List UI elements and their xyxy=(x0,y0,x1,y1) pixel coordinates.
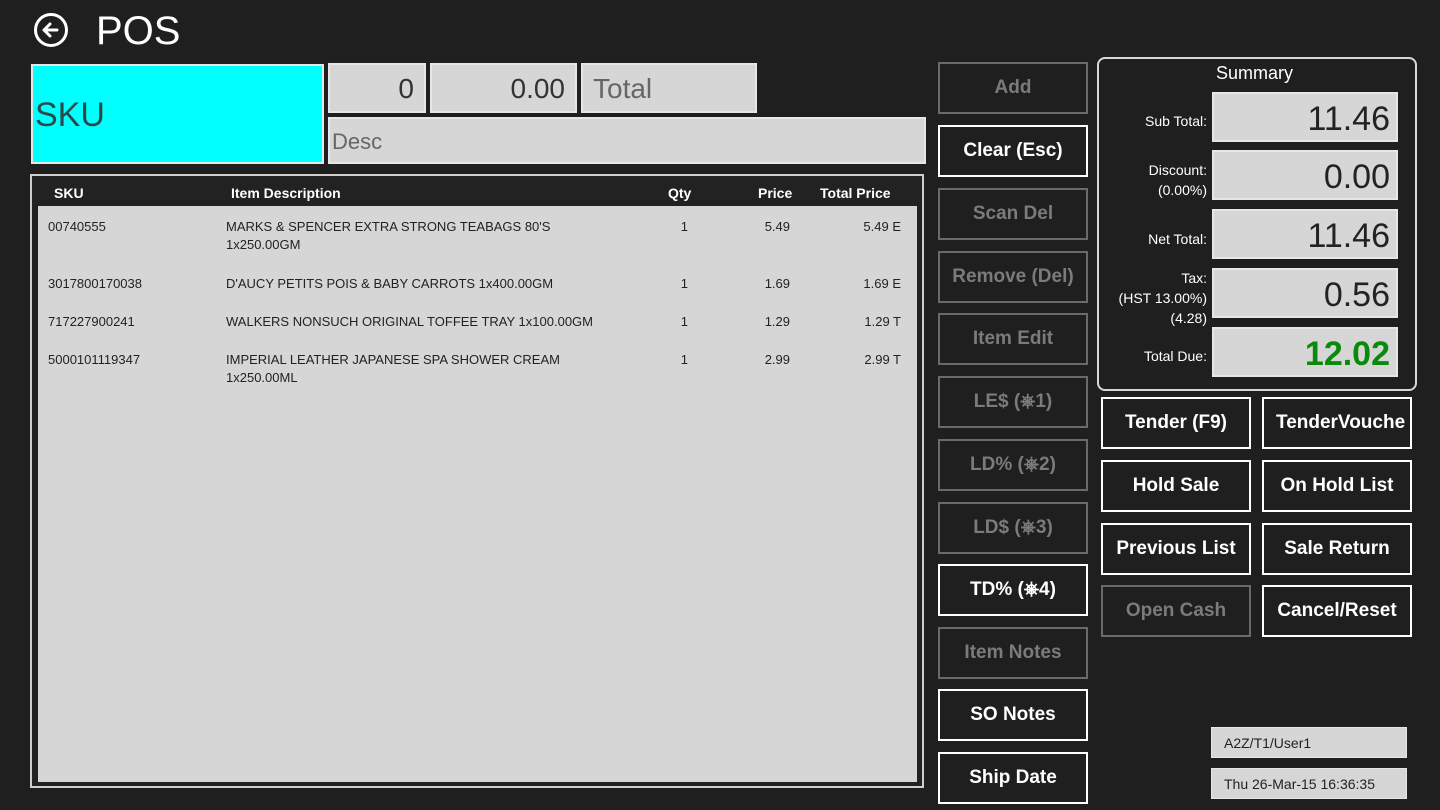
datetime-status: Thu 26-Mar-15 16:36:35 xyxy=(1211,768,1407,799)
page-title: POS xyxy=(96,9,181,53)
row-qty: 1 xyxy=(680,352,688,367)
open-cash-button[interactable]: Open Cash xyxy=(1101,585,1251,637)
row-sku: 717227900241 xyxy=(48,314,135,329)
sub-total-field: 11.46 xyxy=(1212,92,1398,142)
row-total: 1.69 E xyxy=(863,276,901,291)
scan-del-button[interactable]: Scan Del xyxy=(938,188,1088,240)
discount-value: 0.00 xyxy=(1323,158,1390,196)
total-placeholder: Total xyxy=(593,73,653,104)
item-notes-button[interactable]: Item Notes xyxy=(938,627,1088,679)
row-description: D'AUCY PETITS POIS & BABY CARROTS 1x400.… xyxy=(226,276,554,291)
tax-field: 0.56 xyxy=(1212,268,1398,318)
item-edit-button[interactable]: Item Edit xyxy=(938,313,1088,365)
tax-label: Tax: (HST 13.00%) (4.28) xyxy=(1119,268,1207,328)
total-discount-percent-button[interactable]: TD% (⎈4) xyxy=(938,564,1088,616)
discount-field: 0.00 xyxy=(1212,150,1398,200)
qty-value: 0 xyxy=(398,73,414,104)
sub-total-label: Sub Total: xyxy=(1144,113,1207,129)
qty-field[interactable]: 0 xyxy=(328,63,426,113)
discount-percent: (0.00%) xyxy=(1157,182,1207,198)
tax-value: 0.56 xyxy=(1323,276,1390,314)
user-text: A2Z/T1/User1 xyxy=(1224,735,1312,751)
row-description: IMPERIAL LEATHER JAPANESE SPA SHOWER CRE… xyxy=(226,352,560,385)
sku-input[interactable]: SKU xyxy=(31,64,324,164)
so-notes-button[interactable]: SO Notes xyxy=(938,689,1088,741)
column-header-price[interactable]: Price xyxy=(758,185,792,201)
price-value: 0.00 xyxy=(510,73,566,104)
tender-voucher-button[interactable]: TenderVouche xyxy=(1262,397,1412,449)
line-discount-percent-button[interactable]: LD% (⎈2) xyxy=(938,439,1088,491)
remove-button[interactable]: Remove (Del) xyxy=(938,251,1088,303)
net-total-field: 11.46 xyxy=(1212,209,1398,259)
sku-placeholder: SKU xyxy=(35,96,105,134)
row-qty: 1 xyxy=(680,219,688,234)
datetime-text: Thu 26-Mar-15 16:36:35 xyxy=(1224,776,1375,792)
desc-placeholder: Desc xyxy=(332,129,383,154)
price-field[interactable]: 0.00 xyxy=(430,63,577,113)
net-total-label: Net Total: xyxy=(1148,231,1207,247)
tender-button[interactable]: Tender (F9) xyxy=(1101,397,1251,449)
clear-button[interactable]: Clear (Esc) xyxy=(938,125,1088,177)
previous-list-button[interactable]: Previous List xyxy=(1101,523,1251,575)
net-total-value: 11.46 xyxy=(1307,217,1390,255)
total-due-field: 12.02 xyxy=(1212,327,1398,377)
column-header-sku[interactable]: SKU xyxy=(54,185,84,201)
row-description: WALKERS NONSUCH ORIGINAL TOFFEE TRAY 1x1… xyxy=(226,314,593,329)
tax-rate: (HST 13.00%) xyxy=(1118,290,1207,306)
summary-title: Summary xyxy=(1216,63,1294,83)
on-hold-list-button[interactable]: On Hold List xyxy=(1262,460,1412,512)
row-price: 1.29 xyxy=(764,314,790,329)
back-button[interactable] xyxy=(34,13,68,47)
row-description: MARKS & SPENCER EXTRA STRONG TEABAGS 80'… xyxy=(226,219,551,252)
sub-total-value: 11.46 xyxy=(1307,100,1390,138)
column-header-total-price[interactable]: Total Price xyxy=(820,185,891,201)
row-sku: 5000101119347 xyxy=(48,352,141,367)
row-price: 5.49 xyxy=(764,219,790,234)
row-qty: 1 xyxy=(680,276,688,291)
cancel-reset-button[interactable]: Cancel/Reset xyxy=(1262,585,1412,637)
line-edit-amount-button[interactable]: LE$ (⎈1) xyxy=(938,376,1088,428)
total-field[interactable]: Total xyxy=(581,63,757,113)
tax-label-text: Tax: xyxy=(1181,270,1207,286)
discount-label: Discount: (0.00%) xyxy=(1149,160,1207,200)
row-total: 5.49 E xyxy=(863,219,901,234)
column-header-description[interactable]: Item Description xyxy=(231,185,341,201)
row-price: 1.69 xyxy=(764,276,790,291)
ship-date-button[interactable]: Ship Date xyxy=(938,752,1088,804)
sale-return-button[interactable]: Sale Return xyxy=(1262,523,1412,575)
total-due-label: Total Due: xyxy=(1143,348,1207,364)
tax-base: (4.28) xyxy=(1170,310,1207,326)
arrow-left-icon xyxy=(42,22,59,38)
row-sku: 3017800170038 xyxy=(48,276,142,291)
row-sku: 00740555 xyxy=(48,219,106,234)
user-status: A2Z/T1/User1 xyxy=(1211,727,1407,758)
add-button[interactable]: Add xyxy=(938,62,1088,114)
row-total: 1.29 T xyxy=(864,314,901,329)
total-due-value: 12.02 xyxy=(1304,335,1390,373)
row-price: 2.99 xyxy=(764,352,790,367)
row-total: 2.99 T xyxy=(864,352,901,367)
hold-sale-button[interactable]: Hold Sale xyxy=(1101,460,1251,512)
desc-field[interactable]: Desc xyxy=(328,117,926,164)
discount-label-text: Discount: xyxy=(1148,162,1207,178)
row-qty: 1 xyxy=(680,314,688,329)
line-discount-amount-button[interactable]: LD$ (⎈3) xyxy=(938,502,1088,554)
item-list[interactable]: 00740555 MARKS & SPENCER EXTRA STRONG TE… xyxy=(38,206,917,782)
column-header-qty[interactable]: Qty xyxy=(668,185,691,201)
